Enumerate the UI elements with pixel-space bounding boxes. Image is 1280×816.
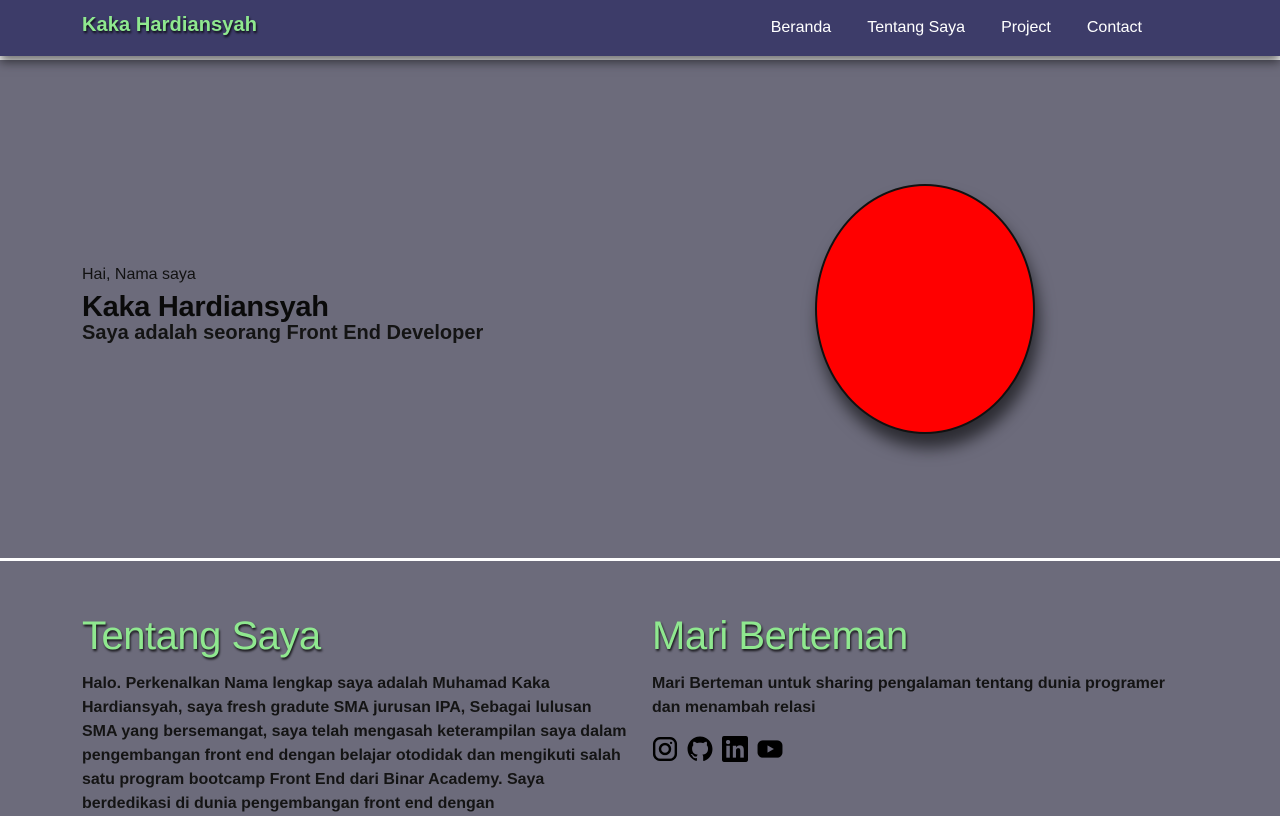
linkedin-icon[interactable] (722, 736, 748, 762)
profile-avatar (815, 184, 1035, 434)
top-divider (0, 56, 1280, 60)
about-text: Halo. Perkenalkan Nama lengkap saya adal… (82, 675, 627, 812)
hero-role: Saya adalah seorang Front End Developer (82, 322, 484, 344)
instagram-icon[interactable] (652, 736, 678, 762)
friends-section: Mari Berteman Mari Berteman untuk sharin… (652, 612, 1197, 762)
hero-section: Hai, Nama saya Kaka Hardiansyah Saya ada… (0, 60, 1280, 558)
about-title: Tentang Saya (82, 614, 321, 658)
github-icon[interactable] (687, 736, 713, 762)
about-section: Tentang Saya Halo. Perkenalkan Nama leng… (82, 612, 627, 816)
youtube-icon[interactable] (757, 736, 783, 762)
nav-link-beranda[interactable]: Beranda (771, 19, 832, 37)
nav-link-contact[interactable]: Contact (1087, 19, 1142, 37)
hero-name: Kaka Hardiansyah (82, 291, 329, 323)
nav-link-tentang-saya[interactable]: Tentang Saya (867, 19, 965, 37)
section-divider (0, 558, 1280, 561)
social-links (652, 736, 1197, 762)
friends-title: Mari Berteman (652, 614, 908, 658)
brand-logo[interactable]: Kaka Hardiansyah (82, 14, 257, 37)
nav-link-project[interactable]: Project (1001, 19, 1051, 37)
navbar: Kaka Hardiansyah Beranda Tentang Saya Pr… (0, 0, 1280, 56)
nav-links: Beranda Tentang Saya Project Contact (735, 0, 1142, 56)
hero-greeting: Hai, Nama saya (82, 266, 196, 283)
friends-text: Mari Berteman untuk sharing pengalaman t… (652, 675, 1165, 716)
